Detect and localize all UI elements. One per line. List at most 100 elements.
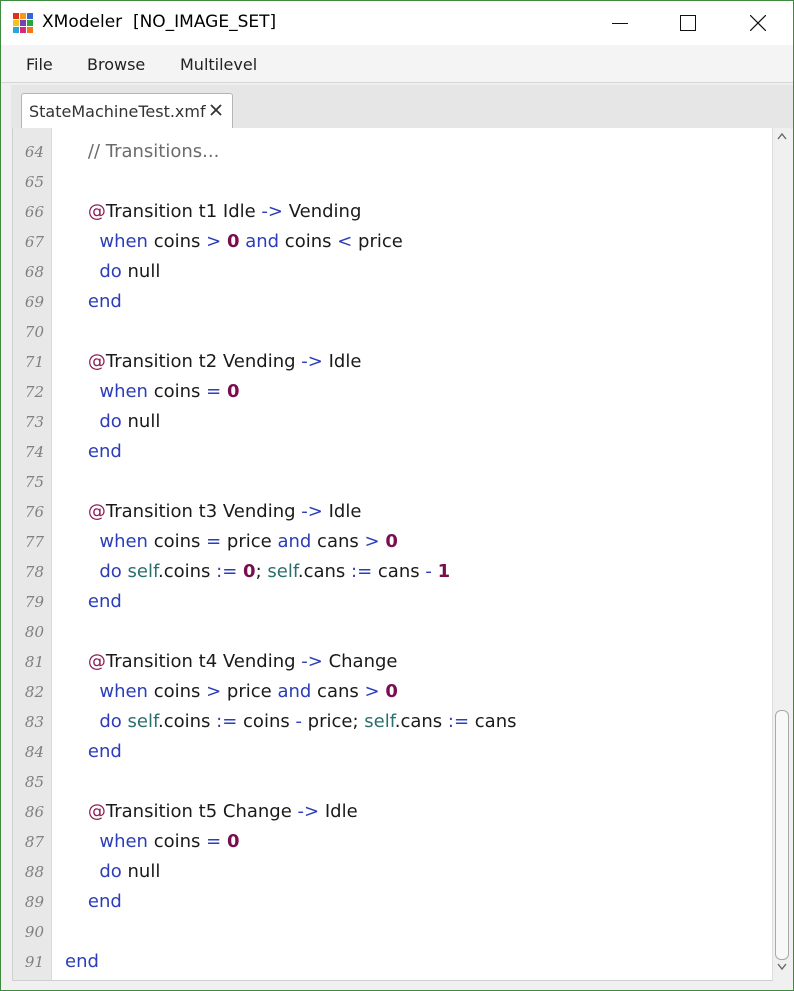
- code-line[interactable]: 88 do null: [13, 858, 773, 888]
- code-token: and: [277, 681, 312, 702]
- code-text: do null: [65, 411, 160, 432]
- code-line[interactable]: 71 @Transition t2 Vending -> Idle: [13, 348, 773, 378]
- close-button[interactable]: [735, 1, 781, 45]
- code-token: when: [99, 831, 148, 852]
- code-text: do self.coins := 0; self.cans := cans - …: [65, 561, 450, 582]
- code-line[interactable]: 73 do null: [13, 408, 773, 438]
- line-number: 77: [24, 533, 44, 551]
- line-number: 69: [24, 293, 44, 311]
- code-token: ;: [255, 561, 268, 582]
- code-line[interactable]: 68 do null: [13, 258, 773, 288]
- scroll-down-arrow-icon[interactable]: [777, 963, 787, 971]
- menu-multilevel[interactable]: Multilevel: [180, 55, 257, 74]
- code-token: Vending: [283, 201, 362, 222]
- code-line[interactable]: 90: [13, 918, 773, 948]
- code-token: ->: [301, 501, 323, 522]
- menu-file[interactable]: File: [26, 55, 53, 74]
- scroll-up-arrow-icon[interactable]: [777, 132, 787, 140]
- line-number: 80: [24, 623, 44, 641]
- tab-close-icon[interactable]: [209, 103, 223, 117]
- code-token: :=: [351, 561, 373, 582]
- code-line[interactable]: 85: [13, 768, 773, 798]
- line-number: 70: [24, 323, 44, 341]
- code-token: @: [87, 801, 106, 822]
- code-line[interactable]: 65: [13, 168, 773, 198]
- code-token: coins: [147, 531, 207, 552]
- line-number: 90: [24, 923, 44, 941]
- app-logo-icon: [13, 13, 34, 34]
- code-line[interactable]: 67 when coins > 0 and coins < price: [13, 228, 773, 258]
- code-text: end: [65, 741, 122, 762]
- title-bar[interactable]: XModeler [NO_IMAGE_SET]: [1, 1, 793, 45]
- code-line[interactable]: 69 end: [13, 288, 773, 318]
- code-line[interactable]: 89 end: [13, 888, 773, 918]
- maximize-icon: [680, 15, 696, 31]
- code-token: ->: [301, 351, 323, 372]
- code-line[interactable]: 70: [13, 318, 773, 348]
- code-line[interactable]: 77 when coins = price and cans > 0: [13, 528, 773, 558]
- code-token: price: [221, 531, 278, 552]
- vertical-scrollbar[interactable]: [772, 128, 791, 980]
- code-line[interactable]: 86 @Transition t5 Change -> Idle: [13, 798, 773, 828]
- scrollbar-thumb[interactable]: [775, 710, 789, 960]
- code-token: Transition t1 Idle: [105, 201, 262, 222]
- code-token: Transition t2 Vending: [105, 351, 302, 372]
- minimize-icon: [612, 23, 628, 24]
- code-token: .cans: [394, 711, 448, 732]
- code-token: price;: [301, 711, 365, 732]
- code-line[interactable]: 82 when coins > price and cans > 0: [13, 678, 773, 708]
- minimize-button[interactable]: [597, 1, 643, 45]
- code-line[interactable]: 81 @Transition t4 Vending -> Change: [13, 648, 773, 678]
- code-token: 1: [437, 561, 451, 582]
- code-line[interactable]: 80: [13, 618, 773, 648]
- code-token: coins: [147, 681, 207, 702]
- code-token: and: [277, 531, 312, 552]
- code-line[interactable]: 72 when coins = 0: [13, 378, 773, 408]
- code-line[interactable]: 66 @Transition t1 Idle -> Vending: [13, 198, 773, 228]
- code-token: @: [87, 651, 106, 672]
- code-token: price: [352, 231, 403, 252]
- code-line[interactable]: 76 @Transition t3 Vending -> Idle: [13, 498, 773, 528]
- code-line[interactable]: 79 end: [13, 588, 773, 618]
- tab-statemachinetest[interactable]: StateMachineTest.xmf: [21, 93, 233, 128]
- code-text: end: [65, 591, 122, 612]
- code-text: end: [65, 291, 122, 312]
- menu-browse[interactable]: Browse: [87, 55, 145, 74]
- code-text: @Transition t3 Vending -> Idle: [65, 501, 362, 522]
- code-line[interactable]: 74 end: [13, 438, 773, 468]
- code-editor[interactable]: 64 // Transitions... 65 66 @Transition t1 …: [12, 128, 773, 981]
- code-line[interactable]: 84 end: [13, 738, 773, 768]
- code-text: @Transition t1 Idle -> Vending: [65, 201, 362, 222]
- line-number: 84: [24, 743, 44, 761]
- code-token: Idle: [322, 351, 362, 372]
- code-token: =: [206, 831, 222, 852]
- code-token: end: [65, 951, 99, 972]
- code-token: @: [87, 351, 106, 372]
- code-line[interactable]: 75: [13, 468, 773, 498]
- line-number: 75: [24, 473, 44, 491]
- code-token: 0: [385, 531, 398, 552]
- code-token: ->: [301, 651, 323, 672]
- code-text: do null: [65, 261, 160, 282]
- maximize-button[interactable]: [665, 1, 711, 45]
- code-text: @Transition t4 Vending -> Change: [65, 651, 398, 672]
- tab-label: StateMachineTest.xmf: [29, 102, 206, 121]
- code-line[interactable]: 83 do self.coins := coins - price; self.…: [13, 708, 773, 738]
- code-line[interactable]: 87 when coins = 0: [13, 828, 773, 858]
- code-line[interactable]: 78 do self.coins := 0; self.cans := cans…: [13, 558, 773, 588]
- code-line[interactable]: 91 end: [13, 948, 773, 978]
- code-token: =: [206, 531, 222, 552]
- code-line[interactable]: 64 // Transitions...: [13, 138, 773, 168]
- code-token: <: [337, 231, 353, 252]
- line-number: 88: [24, 863, 44, 881]
